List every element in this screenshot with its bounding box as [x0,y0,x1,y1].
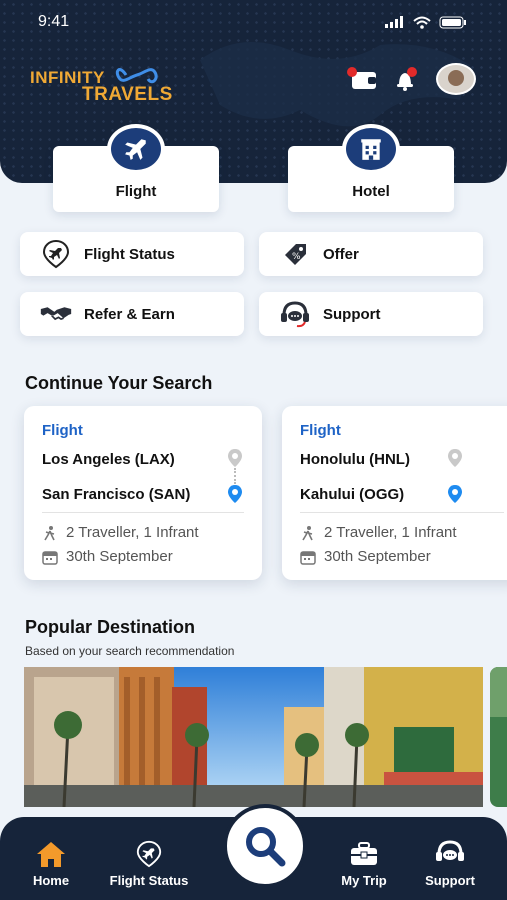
briefcase-icon [349,837,379,871]
brand-logo: INFINITY TRAVELS [30,64,173,105]
nav-home-label: Home [32,873,70,888]
refer-earn-button[interactable]: Refer & Earn [20,292,244,336]
search-from: Honolulu (HNL) [300,451,410,468]
traveller-icon [44,525,55,540]
flight-status-icon [135,837,163,871]
search-card[interactable]: Flight Los Angeles (LAX) San Francisco (… [24,406,262,580]
world-map-graphic [200,42,470,127]
wifi-icon [413,16,431,29]
handshake-icon [40,302,72,326]
brand-line2: TRAVELS [82,84,173,105]
flight-status-label: Flight Status [84,245,175,263]
search-from: Los Angeles (LAX) [42,451,175,468]
nav-home[interactable]: Home [22,817,80,900]
calendar-icon [42,550,58,565]
date-text: 30th September [324,548,431,565]
date-text: 30th September [66,548,173,565]
nav-support-label: Support [425,873,475,888]
home-icon [35,837,67,871]
search-button[interactable] [223,804,307,888]
continue-search-title: Continue Your Search [25,373,213,393]
destination-pin-icon [448,485,462,503]
search-travellers: 2 Traveller, 1 Infrant [300,524,457,541]
status-time: 9:41 [38,13,70,30]
nav-support[interactable]: Support [418,817,482,900]
divider [300,512,504,513]
search-kind: Flight [300,422,341,439]
search-kind: Flight [42,422,83,439]
headset-icon [279,299,311,329]
svg-text:%: % [292,252,301,262]
popular-title: Popular Destination [25,617,196,637]
tab-hotel-label: Hotel [352,183,390,200]
tab-hotel[interactable]: Hotel [288,124,454,212]
search-travellers: 2 Traveller, 1 Infrant [42,524,199,541]
nav-flight-status[interactable]: Flight Status [104,817,194,900]
search-to: Kahului (OGG) [300,486,405,503]
calendar-icon [300,550,316,565]
travellers-text: 2 Traveller, 1 Infrant [66,524,199,541]
origin-pin-icon [228,449,242,467]
popular-subtitle: Based on your search recommendation [25,644,235,658]
landscape-photo [490,667,507,807]
wallet-icon[interactable] [346,66,380,92]
route-line [234,468,236,484]
travellers-text: 2 Traveller, 1 Infrant [324,524,457,541]
tab-flight[interactable]: Flight [53,124,219,212]
avatar[interactable] [436,63,476,95]
city-photo [24,667,483,807]
nav-my-trip[interactable]: My Trip [334,817,394,900]
chat-support-icon [434,837,466,871]
search-to: San Francisco (SAN) [42,486,191,503]
nav-my-trip-label: My Trip [341,873,387,888]
nav-flight-status-label: Flight Status [109,873,189,888]
search-icon [246,827,286,867]
offer-tag-icon: % [279,239,311,269]
flight-status-button[interactable]: Flight Status [20,232,244,276]
support-label: Support [323,305,381,323]
flight-status-icon [40,239,72,269]
offer-button[interactable]: % Offer [259,232,483,276]
support-button[interactable]: Support [259,292,483,336]
tab-flight-label: Flight [115,183,157,200]
search-date: 30th September [300,548,431,565]
battery-icon [439,16,466,28]
destination-image[interactable] [490,667,507,807]
refer-earn-label: Refer & Earn [84,305,175,323]
status-bar: 9:41 [38,12,467,32]
bell-icon[interactable] [393,66,419,92]
signal-icon [385,16,403,28]
destination-pin-icon [228,485,242,503]
search-card[interactable]: Flight Honolulu (HNL) Kahului (OGG) 2 Tr… [282,406,507,580]
search-date: 30th September [42,548,173,565]
hotel-icon [342,124,400,174]
origin-pin-icon [448,449,462,467]
divider [42,512,244,513]
offer-label: Offer [323,245,359,263]
traveller-icon [302,525,313,540]
destination-image[interactable] [24,667,483,807]
infinity-logo-icon [115,68,158,84]
airplane-icon [107,124,165,174]
